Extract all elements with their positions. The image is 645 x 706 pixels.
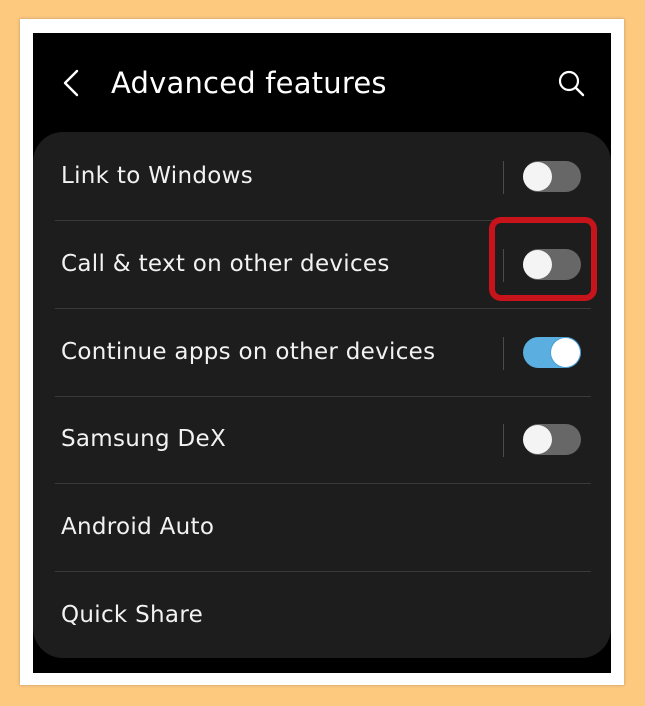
chevron-left-icon [63, 69, 79, 97]
app-header: Advanced features [33, 33, 611, 133]
continue-apps-toggle[interactable] [523, 337, 581, 368]
back-button[interactable] [53, 63, 93, 103]
settings-card: Link to Windows Call & text on other dev… [33, 132, 611, 658]
link-to-windows-toggle[interactable] [523, 161, 581, 192]
call-text-toggle[interactable] [523, 249, 581, 280]
vertical-separator [503, 249, 504, 282]
vertical-separator [503, 337, 504, 370]
search-button[interactable] [555, 67, 589, 101]
samsung-dex-toggle[interactable] [523, 424, 581, 455]
vertical-separator [503, 161, 504, 194]
setting-row-quick-share[interactable]: Quick Share [33, 572, 611, 659]
setting-row-call-text[interactable]: Call & text on other devices [33, 221, 611, 309]
toggle-knob [523, 162, 552, 191]
setting-label: Android Auto [61, 514, 215, 540]
setting-label: Call & text on other devices [61, 251, 390, 277]
setting-label: Link to Windows [61, 163, 253, 189]
toggle-knob [523, 250, 552, 279]
page-title: Advanced features [111, 66, 387, 100]
setting-row-continue-apps[interactable]: Continue apps on other devices [33, 309, 611, 397]
setting-label: Quick Share [61, 602, 204, 628]
toggle-knob [523, 425, 552, 454]
vertical-separator [503, 424, 504, 457]
phone-screen: Advanced features Link to Windows Call &… [33, 33, 611, 673]
search-icon [558, 70, 585, 97]
toggle-knob [551, 338, 580, 367]
setting-label: Samsung DeX [61, 426, 227, 452]
setting-label: Continue apps on other devices [61, 339, 436, 365]
setting-row-android-auto[interactable]: Android Auto [33, 484, 611, 572]
setting-row-samsung-dex[interactable]: Samsung DeX [33, 396, 611, 484]
setting-row-link-to-windows[interactable]: Link to Windows [33, 133, 611, 221]
